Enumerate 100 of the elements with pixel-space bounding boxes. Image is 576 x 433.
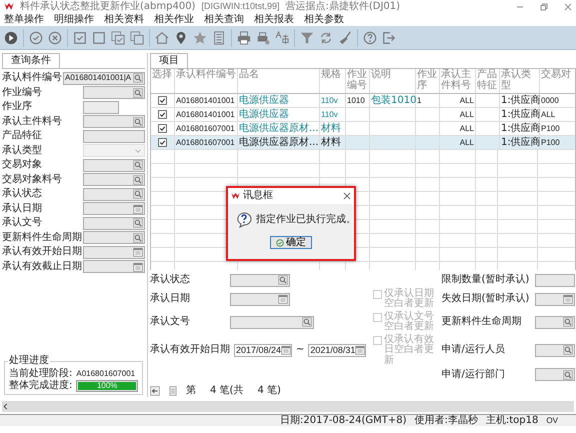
field-label: 作业序: [2, 101, 32, 113]
ok-button[interactable]: 确定: [270, 236, 312, 249]
menu-item[interactable]: 相关报表: [254, 14, 294, 26]
calendar-icon[interactable]: [133, 247, 143, 257]
search-icon[interactable]: [133, 73, 143, 83]
search-icon[interactable]: [133, 189, 143, 199]
empty-box-icon[interactable]: [92, 30, 106, 44]
input-field[interactable]: [83, 130, 145, 142]
search-icon[interactable]: [563, 317, 574, 327]
menu-item[interactable]: 相关作业: [154, 14, 194, 26]
calendar-icon[interactable]: [133, 262, 143, 272]
status-text: 主机:top18: [486, 414, 538, 426]
close-icon[interactable]: [343, 192, 351, 200]
refresh-icon[interactable]: [319, 30, 333, 44]
table-cell: 材料: [321, 122, 341, 134]
table-row[interactable]: A016801401001 电源供应器 110v 1010 包装10101 ALL 1:供应商0000: [151, 94, 575, 108]
search-icon[interactable]: [563, 370, 574, 380]
filter-icon[interactable]: [300, 30, 314, 44]
input-field[interactable]: [83, 158, 145, 172]
table-row[interactable]: A016801401001 电源供应器 110v ALL 1:供应商ALL: [151, 108, 575, 122]
input-field[interactable]: [83, 246, 145, 258]
search-icon[interactable]: [563, 345, 574, 356]
search-icon[interactable]: [133, 116, 143, 126]
site-label: 营运据点:鼎捷软件(DJ01): [286, 0, 400, 12]
restore-icon[interactable]: [540, 2, 548, 10]
printer-icon[interactable]: [237, 30, 251, 44]
close-icon[interactable]: [564, 2, 572, 10]
exit-icon[interactable]: [382, 30, 396, 44]
check-circle-icon[interactable]: [29, 30, 43, 44]
menu-item[interactable]: 整单操作: [4, 14, 44, 26]
home-icon[interactable]: [155, 30, 169, 44]
input-field[interactable]: [535, 292, 576, 306]
table-cell: A016801607001: [176, 124, 235, 134]
input-field[interactable]: [83, 100, 119, 114]
input-field[interactable]: 2021/08/31: [308, 344, 366, 357]
input-field[interactable]: A016801401001|A: [63, 72, 145, 84]
input-field[interactable]: [83, 188, 145, 200]
back-icon[interactable]: [150, 386, 160, 396]
cancel-circle-icon[interactable]: [48, 30, 62, 44]
calendar-icon[interactable]: [278, 294, 288, 304]
search-icon[interactable]: [133, 88, 143, 98]
status-text: OV: [546, 416, 558, 426]
field-label: 承认类型: [2, 144, 42, 156]
checked-checkbox[interactable]: [158, 138, 167, 147]
search-icon[interactable]: [302, 317, 312, 327]
checkbox-label: 仅承认文号空白者更新: [384, 312, 435, 332]
input-field[interactable]: [83, 231, 145, 244]
input-field[interactable]: [83, 216, 145, 230]
input-field[interactable]: [535, 316, 576, 328]
input-field[interactable]: [535, 344, 576, 357]
checked-box-icon[interactable]: [73, 30, 87, 44]
table-row[interactable]: A016801607001 电源供应器原材... 材料 ALL 1:供应商P100: [151, 136, 575, 150]
input-field[interactable]: [535, 274, 576, 286]
calendar-icon[interactable]: [563, 294, 574, 304]
help-icon[interactable]: [363, 30, 377, 44]
scroll-left-icon[interactable]: [2, 403, 9, 410]
panel-tab[interactable]: 查询条件: [2, 53, 60, 68]
calendar-icon[interactable]: [281, 345, 292, 356]
input-field[interactable]: [230, 274, 290, 286]
menu-item[interactable]: 相关资料: [104, 14, 144, 26]
table-cell: 110v: [321, 96, 338, 106]
copy-checked-icon[interactable]: [111, 30, 125, 44]
search-icon[interactable]: [133, 232, 143, 242]
input-field[interactable]: [83, 86, 145, 99]
input-field[interactable]: [83, 202, 145, 215]
search-icon[interactable]: [133, 174, 143, 184]
document-icon[interactable]: [168, 386, 178, 396]
menu-item[interactable]: 相关参数: [304, 14, 344, 26]
field-label: 交易对象料号: [2, 174, 62, 186]
play-icon[interactable]: [4, 30, 18, 44]
checked-checkbox[interactable]: [158, 124, 167, 133]
input-field[interactable]: [83, 173, 145, 186]
horizontal-scrollbar[interactable]: [2, 401, 574, 412]
status-text: 使用者:李晶秒: [414, 414, 478, 426]
input-field[interactable]: [230, 316, 314, 328]
search-icon[interactable]: [133, 160, 143, 170]
input-field[interactable]: [230, 292, 290, 306]
star-icon[interactable]: [193, 30, 207, 44]
copy-icon[interactable]: [130, 30, 144, 44]
calendar-icon[interactable]: [133, 204, 143, 214]
calendar-icon[interactable]: [355, 345, 366, 356]
checked-checkbox[interactable]: [158, 110, 167, 119]
search-icon[interactable]: [133, 218, 143, 228]
input-field[interactable]: [535, 368, 576, 381]
map-pin-icon[interactable]: [174, 30, 188, 44]
menu-item[interactable]: 相关查询: [204, 14, 244, 26]
checked-checkbox[interactable]: [158, 96, 167, 105]
input-field[interactable]: 2017/08/24: [234, 344, 292, 357]
input-field[interactable]: [83, 260, 145, 273]
translate-icon[interactable]: [275, 30, 289, 44]
table-cell: 电源供应器: [239, 94, 289, 106]
panel-tab[interactable]: 项目: [150, 53, 188, 68]
table-cell: 110v: [321, 110, 338, 120]
broom-icon[interactable]: [338, 30, 352, 44]
field-label: 承认有效开始日期: [150, 344, 230, 356]
input-field[interactable]: [83, 115, 145, 128]
list-icon[interactable]: [212, 30, 226, 44]
table-cell: 1:供应商: [501, 136, 541, 148]
search-icon[interactable]: [278, 275, 288, 285]
menu-item[interactable]: 明细操作: [54, 14, 94, 26]
